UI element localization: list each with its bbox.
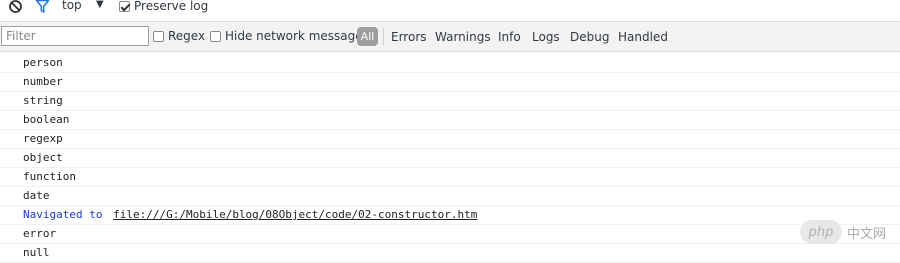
chevron-down-icon[interactable]: ▼ xyxy=(96,0,104,10)
watermark-badge: php xyxy=(800,220,842,244)
regex-label: Regex xyxy=(168,29,206,43)
level-logs-button[interactable]: Logs xyxy=(532,30,560,44)
filter-input[interactable] xyxy=(1,26,149,46)
console-message: null xyxy=(0,244,900,263)
filter-icon[interactable] xyxy=(35,0,50,14)
console-message: regexp xyxy=(0,130,900,149)
hide-network-option[interactable]: Hide network messages xyxy=(210,29,369,43)
watermark-text: 中文网 xyxy=(847,226,887,242)
hide-network-label: Hide network messages xyxy=(225,29,369,43)
console-filter-bar: Regex Hide network messages All Errors W… xyxy=(0,21,900,52)
navigated-to-label: Navigated to xyxy=(23,208,103,221)
hide-network-checkbox[interactable] xyxy=(210,30,221,42)
navigation-message: Navigated to file:///G:/Mobile/blog/08Ob… xyxy=(0,206,900,225)
preserve-log-label: Preserve log xyxy=(134,0,209,13)
level-debug-button[interactable]: Debug xyxy=(570,30,609,44)
level-errors-button[interactable]: Errors xyxy=(391,30,427,44)
console-top-toolbar: top ▼ Preserve log xyxy=(0,0,900,16)
console-output: person number string boolean regexp obje… xyxy=(0,54,900,263)
preserve-log-toggle[interactable]: Preserve log xyxy=(119,0,208,13)
level-handled-button[interactable]: Handled xyxy=(618,30,668,44)
regex-option[interactable]: Regex xyxy=(153,29,205,43)
level-all-button[interactable]: All xyxy=(357,27,378,46)
level-divider xyxy=(383,28,384,45)
context-selector[interactable]: top xyxy=(62,0,82,12)
console-message: string xyxy=(0,92,900,111)
console-message: person xyxy=(0,54,900,73)
console-message: function xyxy=(0,168,900,187)
console-message: object xyxy=(0,149,900,168)
level-info-button[interactable]: Info xyxy=(498,30,521,44)
console-message: number xyxy=(0,73,900,92)
watermark: php 中文网 xyxy=(800,220,886,244)
regex-checkbox[interactable] xyxy=(153,30,164,42)
clear-console-icon[interactable] xyxy=(8,0,23,14)
console-message: boolean xyxy=(0,111,900,130)
console-message: date xyxy=(0,187,900,206)
level-warnings-button[interactable]: Warnings xyxy=(435,30,491,44)
console-message: error xyxy=(0,225,900,244)
navigated-url-link[interactable]: file:///G:/Mobile/blog/08Object/code/02-… xyxy=(113,208,477,221)
preserve-log-checkbox[interactable] xyxy=(119,0,130,12)
